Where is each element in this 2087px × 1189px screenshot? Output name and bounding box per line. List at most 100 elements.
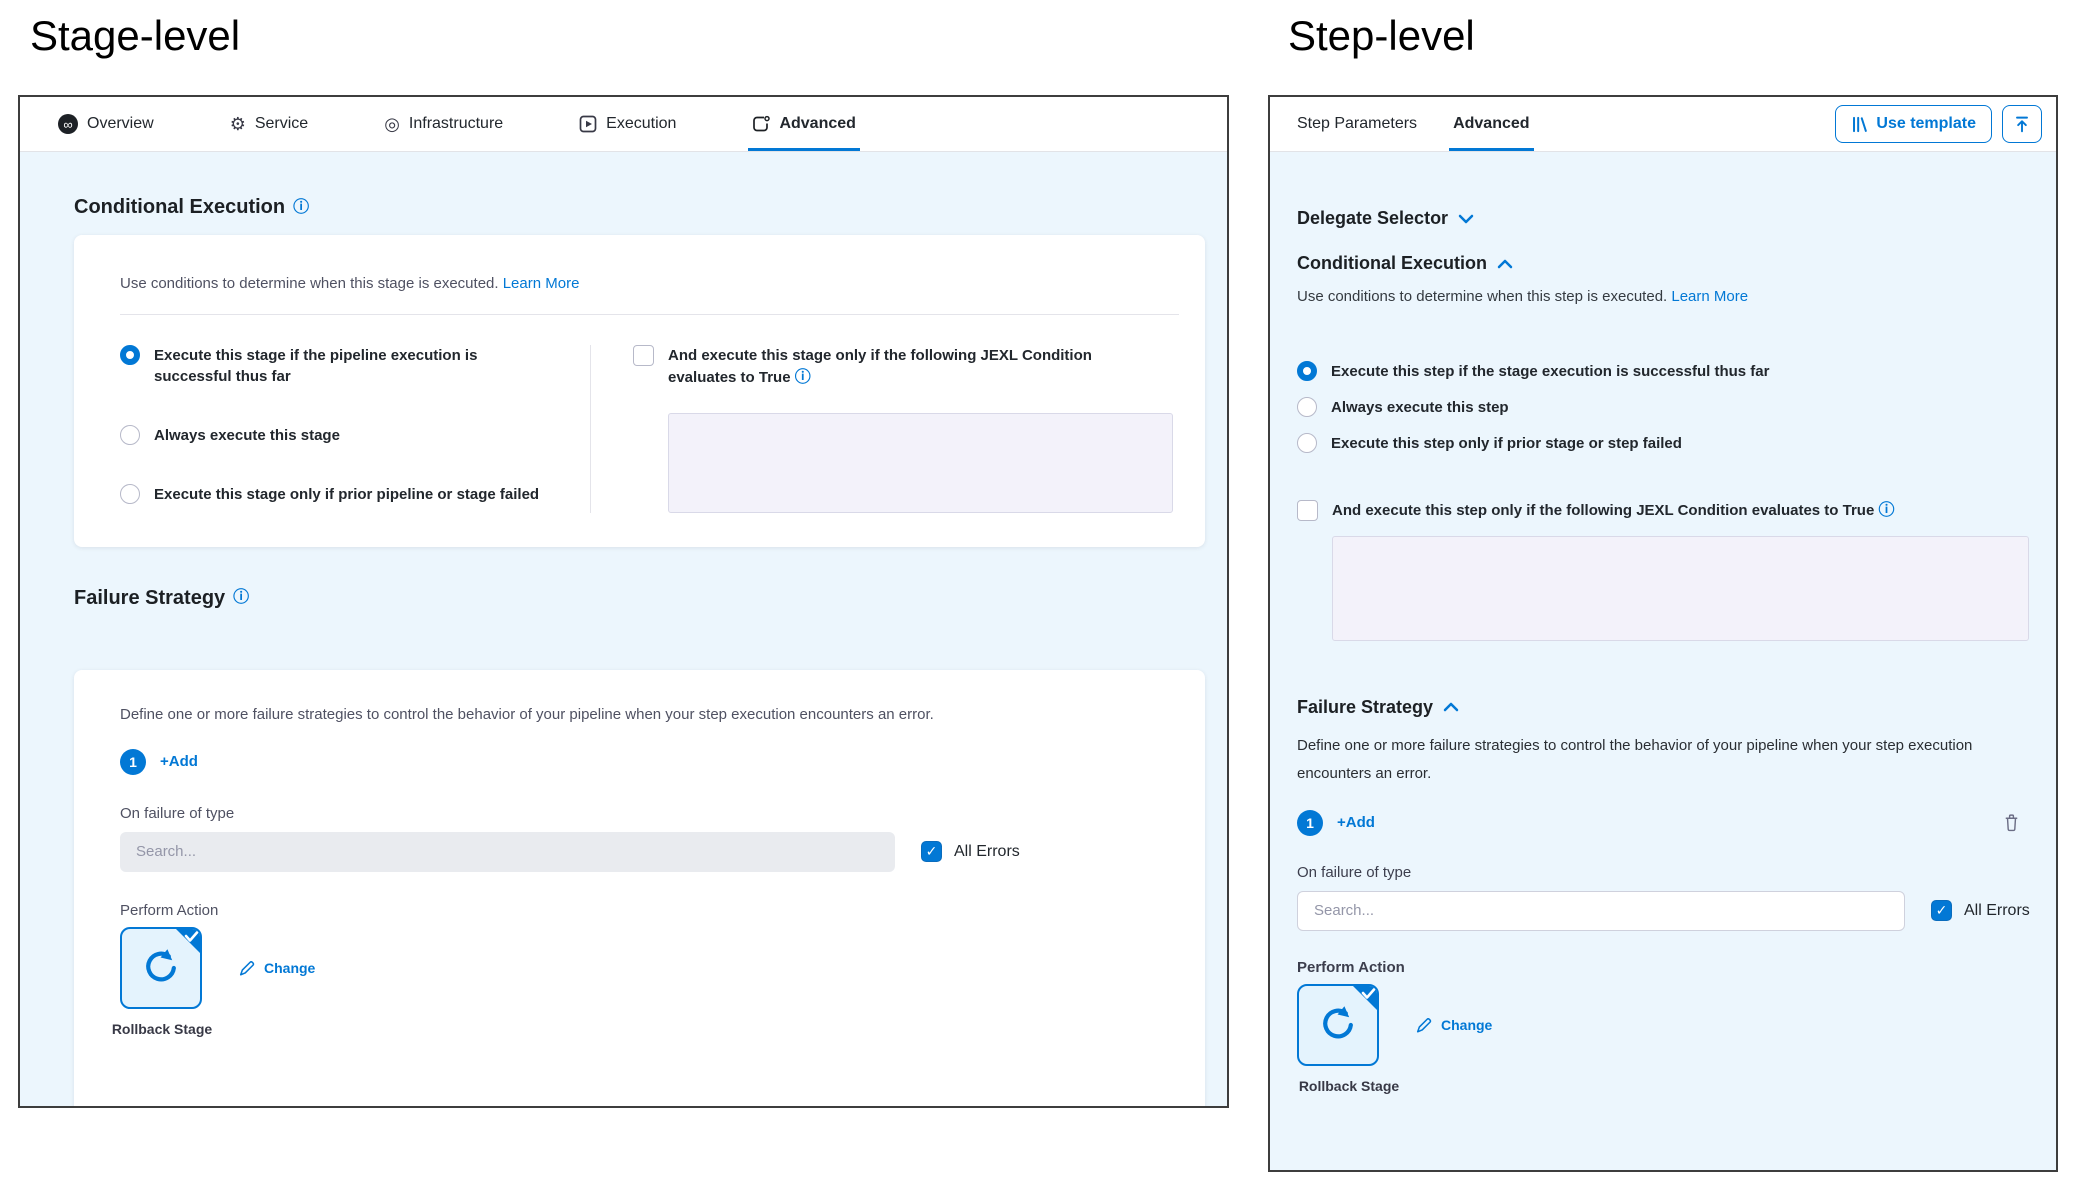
jexl-condition-input[interactable] [1332, 536, 2029, 641]
tab-infrastructure[interactable]: ◎ Infrastructure [384, 97, 503, 151]
jexl-label-text: And execute this stage only if the follo… [668, 347, 1092, 386]
chevron-down-icon[interactable] [1458, 214, 1474, 224]
tab-label: Infrastructure [409, 115, 503, 133]
chevron-up-icon[interactable] [1497, 259, 1513, 269]
radio-selected-icon[interactable] [1297, 361, 1317, 381]
checkbox-unchecked-icon[interactable] [1297, 500, 1318, 521]
tab-service[interactable]: ⚙ Service [230, 97, 309, 151]
description-text: Use conditions to determine when this st… [1297, 288, 1667, 305]
change-action-link[interactable]: Change [238, 959, 315, 977]
strategy-count-badge[interactable]: 1 [120, 749, 146, 775]
radio-selected-icon[interactable] [120, 345, 140, 365]
on-failure-label: On failure of type [120, 805, 1179, 822]
failure-strategy-heading: Failure Strategy ⓘ [74, 587, 1205, 610]
chevron-up-icon[interactable] [1443, 702, 1459, 712]
radio-unselected-icon[interactable] [1297, 397, 1317, 417]
upload-template-icon [2012, 114, 2032, 134]
conditional-execution-heading: Conditional Execution [1297, 253, 1487, 274]
all-errors-checkbox-row[interactable]: ✓ All Errors [1931, 900, 2030, 921]
checkbox-checked-icon[interactable]: ✓ [921, 841, 942, 862]
failure-strategy-section: Failure Strategy Define one or more fail… [1297, 697, 2030, 1096]
conditional-execution-description: Use conditions to determine when this st… [1297, 288, 2030, 305]
info-icon[interactable]: ⓘ [233, 590, 249, 606]
failure-type-search-input[interactable] [1297, 891, 1905, 931]
conditional-execution-card: Use conditions to determine when this st… [74, 235, 1205, 547]
radio-unselected-icon[interactable] [120, 425, 140, 445]
step-advanced-panel: Step Parameters Advanced Use template De… [1268, 95, 2058, 1172]
radio-unselected-icon[interactable] [1297, 433, 1317, 453]
failure-strategy-heading: Failure Strategy [1297, 697, 1433, 718]
use-template-label: Use template [1876, 115, 1976, 133]
failure-strategy-card: Define one or more failure strategies to… [74, 670, 1205, 1107]
jexl-condition-label: And execute this step only if the follow… [1332, 500, 1894, 522]
heading-text: Conditional Execution [74, 196, 285, 219]
radio-execute-if-successful[interactable]: Execute this stage if the pipeline execu… [120, 345, 590, 387]
strategy-count-badge[interactable]: 1 [1297, 810, 1323, 836]
failure-strategy-collapse-row[interactable]: Failure Strategy [1297, 697, 2030, 718]
jexl-label-text: And execute this step only if the follow… [1332, 502, 1874, 519]
change-label: Change [264, 960, 315, 976]
radio-label: Execute this stage if the pipeline execu… [154, 345, 549, 387]
rollback-stage-action-card[interactable] [1297, 984, 1379, 1066]
template-library-icon [1851, 115, 1868, 134]
add-strategy-button[interactable]: +Add [1337, 814, 1375, 831]
radio-execute-if-failed[interactable]: Execute this stage only if prior pipelin… [120, 484, 590, 505]
add-strategy-button[interactable]: +Add [160, 753, 198, 770]
change-action-link[interactable]: Change [1415, 1016, 1492, 1034]
trash-icon[interactable] [2003, 813, 2020, 832]
perform-action-label: Perform Action [120, 902, 1179, 919]
radio-always-execute[interactable]: Always execute this step [1297, 397, 2030, 418]
radio-execute-if-successful[interactable]: Execute this step if the stage execution… [1297, 361, 2030, 382]
tab-overview[interactable]: ∞ Overview [58, 97, 154, 151]
jexl-condition-checkbox-row[interactable]: And execute this stage only if the follo… [633, 345, 1179, 389]
radio-always-execute[interactable]: Always execute this stage [120, 425, 590, 446]
tab-label: Overview [87, 115, 154, 133]
checkbox-checked-icon[interactable]: ✓ [1931, 900, 1952, 921]
failure-strategy-description: Define one or more failure strategies to… [120, 706, 1179, 723]
selected-action-name: Rollback Stage [1297, 1076, 1401, 1096]
rollback-stage-action-card[interactable] [120, 927, 202, 1009]
info-icon[interactable]: ⓘ [293, 200, 309, 216]
tab-advanced[interactable]: Advanced [752, 97, 855, 151]
conditional-execution-heading: Conditional Execution ⓘ [74, 196, 1205, 219]
jexl-condition-input[interactable] [668, 413, 1173, 513]
stage-level-title: Stage-level [30, 12, 240, 60]
delegate-selector-section[interactable]: Delegate Selector [1297, 208, 2030, 229]
conditional-execution-description: Use conditions to determine when this st… [120, 275, 1179, 292]
tab-advanced[interactable]: Advanced [1453, 97, 1529, 151]
all-errors-checkbox-row[interactable]: ✓ All Errors [921, 841, 1020, 862]
learn-more-link[interactable]: Learn More [1671, 288, 1748, 305]
save-as-template-button[interactable] [2002, 105, 2042, 143]
tab-label: Step Parameters [1297, 115, 1417, 133]
use-template-button[interactable]: Use template [1835, 105, 1992, 143]
advanced-icon [752, 115, 770, 133]
delegate-selector-heading: Delegate Selector [1297, 208, 1448, 229]
on-failure-label: On failure of type [1297, 864, 2030, 881]
divider [120, 314, 1179, 315]
info-icon[interactable]: ⓘ [1878, 502, 1894, 519]
checkbox-unchecked-icon[interactable] [633, 345, 654, 366]
radio-execute-if-failed[interactable]: Execute this step only if prior stage or… [1297, 433, 2030, 454]
info-icon[interactable]: ⓘ [795, 369, 811, 386]
all-errors-label: All Errors [1964, 902, 2030, 920]
failure-strategy-description: Define one or more failure strategies to… [1297, 732, 2007, 788]
radio-unselected-icon[interactable] [120, 484, 140, 504]
tab-label: Execution [606, 115, 676, 133]
execution-play-icon [579, 115, 597, 133]
jexl-condition-label: And execute this stage only if the follo… [668, 345, 1123, 389]
tab-step-parameters[interactable]: Step Parameters [1297, 97, 1417, 151]
learn-more-link[interactable]: Learn More [503, 275, 580, 292]
radio-label: Always execute this stage [154, 425, 340, 446]
jexl-condition-checkbox-row[interactable]: And execute this step only if the follow… [1297, 500, 2030, 522]
tab-execution[interactable]: Execution [579, 97, 676, 151]
radio-label: Execute this step only if prior stage or… [1331, 433, 1682, 454]
change-label: Change [1441, 1017, 1492, 1033]
pencil-icon [1415, 1016, 1433, 1034]
description-text: Use conditions to determine when this st… [120, 275, 499, 292]
selected-action-name: Rollback Stage [110, 1019, 214, 1039]
failure-type-search-input[interactable] [120, 832, 895, 872]
stage-advanced-content: Conditional Execution ⓘ Use conditions t… [20, 152, 1227, 1106]
conditional-execution-section[interactable]: Conditional Execution [1297, 253, 2030, 274]
perform-action-label: Perform Action [1297, 959, 2030, 976]
radio-label: Execute this stage only if prior pipelin… [154, 484, 539, 505]
